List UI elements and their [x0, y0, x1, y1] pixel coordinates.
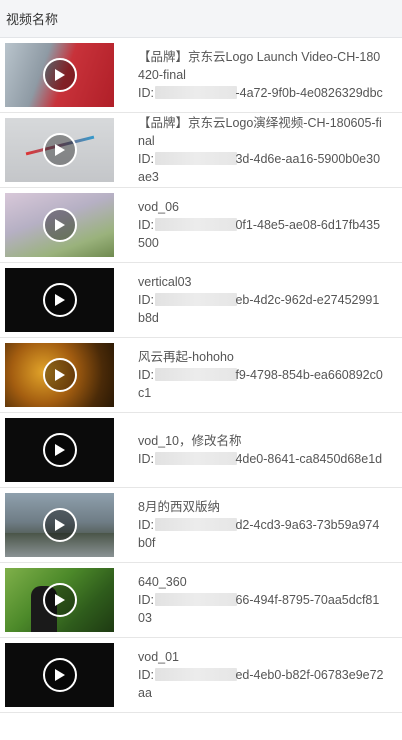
- play-circle-icon[interactable]: [42, 358, 77, 392]
- video-thumbnail[interactable]: [5, 118, 114, 182]
- video-title: 【品牌】京东云Logo Launch Video-CH-180420-final: [138, 50, 381, 82]
- video-item[interactable]: 640_360 ID: 66-494f-8795-70aa5dcf8103: [0, 563, 402, 638]
- video-item[interactable]: 8月的西双版纳 ID: d2-4cd3-9a63-73b59a974b0f: [0, 488, 402, 563]
- video-item[interactable]: vod_01 ID: ed-4eb0-b82f-06783e9e72aa: [0, 638, 402, 713]
- redaction-mask: [155, 218, 238, 231]
- play-circle-icon[interactable]: [42, 508, 77, 542]
- play-circle-icon[interactable]: [42, 583, 77, 617]
- column-header-video-name: 视频名称: [6, 12, 59, 27]
- video-item[interactable]: vod_10，修改名称 ID: 4de0-8641-ca8450d68e1d: [0, 413, 402, 488]
- redaction-mask: [155, 452, 238, 465]
- redaction-mask: [155, 86, 238, 99]
- video-id: ID: 0f1-48e5-ae08-6d17fb435500: [138, 218, 381, 250]
- video-item[interactable]: 【品牌】京东云Logo Launch Video-CH-180420-final…: [0, 38, 402, 113]
- video-item[interactable]: 【品牌】京东云Logo演绎视频-CH-180605-final ID: 3d-4…: [0, 113, 402, 188]
- redaction-mask: [155, 518, 238, 531]
- play-circle-icon[interactable]: [42, 58, 77, 92]
- video-item[interactable]: vertical03 ID: eb-4d2c-962d-e27452991b8d: [0, 263, 402, 338]
- video-title: 【品牌】京东云Logo演绎视频-CH-180605-final: [138, 116, 382, 148]
- video-thumbnail[interactable]: [5, 493, 114, 557]
- video-thumbnail[interactable]: [5, 568, 114, 632]
- video-title: vod_01: [138, 650, 180, 664]
- video-id: ID: eb-4d2c-962d-e27452991b8d: [138, 293, 380, 325]
- play-circle-icon[interactable]: [42, 133, 77, 167]
- redaction-mask: [155, 368, 238, 381]
- list-header: 视频名称: [0, 0, 402, 38]
- video-thumbnail[interactable]: [5, 268, 114, 332]
- video-id: ID: ed-4eb0-b82f-06783e9e72aa: [138, 668, 384, 700]
- video-item[interactable]: 风云再起-hohoho ID: f9-4798-854b-ea660892c0c…: [0, 338, 402, 413]
- video-thumbnail[interactable]: [5, 43, 114, 107]
- video-thumbnail[interactable]: [5, 193, 114, 257]
- video-id: ID: f9-4798-854b-ea660892c0c1: [138, 368, 383, 400]
- video-list: 【品牌】京东云Logo Launch Video-CH-180420-final…: [0, 38, 402, 713]
- play-circle-icon[interactable]: [42, 433, 77, 467]
- redaction-mask: [155, 593, 238, 606]
- video-thumbnail[interactable]: [5, 343, 114, 407]
- video-id: ID: 3d-4d6e-aa16-5900b0e30ae3: [138, 152, 381, 184]
- play-circle-icon[interactable]: [42, 283, 77, 317]
- play-circle-icon[interactable]: [42, 658, 77, 692]
- video-title: 风云再起-hohoho: [138, 350, 234, 364]
- video-thumbnail[interactable]: [5, 418, 114, 482]
- video-title: vod_06: [138, 200, 180, 214]
- play-circle-icon[interactable]: [42, 208, 77, 242]
- video-item[interactable]: vod_06 ID: 0f1-48e5-ae08-6d17fb435500: [0, 188, 402, 263]
- video-title: 640_360: [138, 575, 187, 589]
- video-title: vod_10，修改名称: [138, 434, 242, 448]
- video-id: ID: d2-4cd3-9a63-73b59a974b0f: [138, 518, 380, 550]
- video-title: 8月的西双版纳: [138, 500, 220, 514]
- video-id: ID: 66-494f-8795-70aa5dcf8103: [138, 593, 380, 625]
- redaction-mask: [155, 668, 238, 681]
- redaction-mask: [155, 152, 238, 165]
- redaction-mask: [155, 293, 238, 306]
- video-id: ID: -4a72-9f0b-4e0826329dbc: [138, 86, 383, 100]
- video-thumbnail[interactable]: [5, 643, 114, 707]
- video-id: ID: 4de0-8641-ca8450d68e1d: [138, 452, 383, 466]
- video-title: vertical03: [138, 275, 192, 289]
